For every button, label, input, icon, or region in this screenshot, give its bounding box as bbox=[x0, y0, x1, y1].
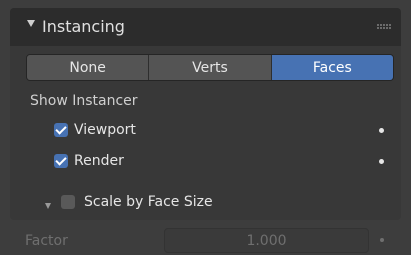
viewport-checkbox[interactable] bbox=[54, 123, 68, 137]
mode-none-button[interactable]: None bbox=[27, 55, 150, 80]
factor-keyframe-dot-icon[interactable] bbox=[380, 238, 384, 242]
show-instancer-label: Show Instancer bbox=[30, 93, 138, 109]
instancing-panel: Instancing None Verts Faces Show Instanc… bbox=[10, 8, 401, 220]
drag-grip-icon[interactable] bbox=[377, 24, 391, 30]
viewport-keyframe-dot-icon[interactable] bbox=[379, 128, 384, 133]
factor-label: Factor bbox=[25, 233, 68, 249]
viewport-label: Viewport bbox=[74, 122, 136, 138]
scale-by-face-size-label: Scale by Face Size bbox=[84, 194, 213, 210]
scale-by-face-size-checkbox[interactable] bbox=[61, 195, 75, 209]
render-keyframe-dot-icon[interactable] bbox=[379, 159, 384, 164]
render-label: Render bbox=[74, 153, 124, 169]
mode-verts-button[interactable]: Verts bbox=[149, 55, 272, 80]
instancing-mode-selector: None Verts Faces bbox=[26, 54, 394, 81]
panel-header[interactable]: Instancing bbox=[10, 8, 401, 46]
render-checkbox[interactable] bbox=[54, 154, 68, 168]
factor-field[interactable]: 1.000 bbox=[164, 228, 369, 253]
subpanel-collapse-arrow-icon[interactable] bbox=[45, 203, 51, 209]
scale-by-face-size-row: Scale by Face Size bbox=[61, 193, 213, 211]
panel-title: Instancing bbox=[42, 17, 125, 36]
collapse-arrow-icon[interactable] bbox=[27, 20, 35, 27]
render-row: Render bbox=[54, 152, 124, 170]
viewport-row: Viewport bbox=[54, 121, 136, 139]
mode-faces-button[interactable]: Faces bbox=[271, 55, 393, 80]
